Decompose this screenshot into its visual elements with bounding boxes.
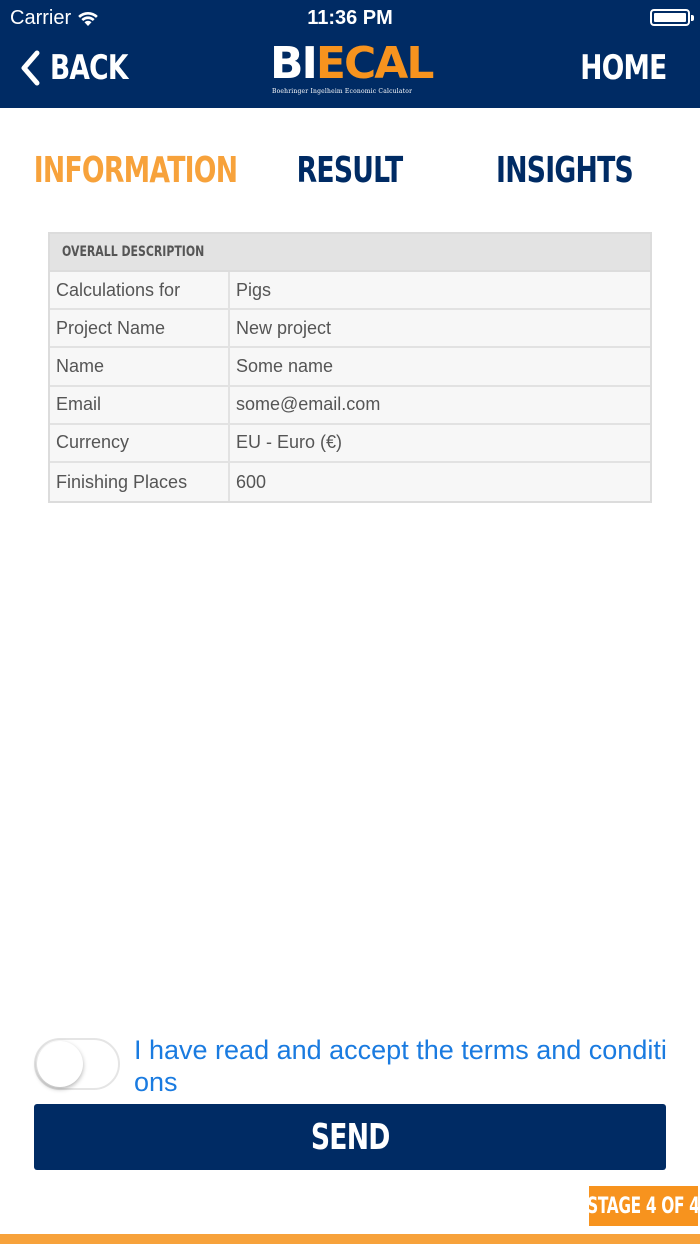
tab-insights[interactable]: INSIGHTS	[470, 140, 660, 200]
logo-tagline: Boehringer Ingelheim Economic Calculator	[272, 88, 412, 95]
table-heading: OVERALL DESCRIPTION	[50, 234, 650, 272]
tab-result[interactable]: RESULT	[268, 140, 432, 200]
send-button[interactable]: SEND	[34, 1104, 666, 1170]
row-key: Project Name	[50, 310, 230, 347]
terms-toggle[interactable]	[34, 1038, 120, 1090]
row-value: New project	[236, 317, 332, 338]
tab-bar: INFORMATION RESULT INSIGHTS	[0, 140, 700, 204]
table-row: Finishing Places 600	[50, 462, 650, 502]
home-label: HOME	[579, 48, 667, 88]
row-value: some@email.com	[236, 394, 381, 415]
terms-section: I have read and accept the terms and con…	[34, 1034, 674, 1098]
logo-part-white: BI	[270, 38, 318, 89]
back-label: BACK	[50, 48, 128, 88]
table-row: Name Some name	[50, 348, 650, 387]
row-value: Pigs	[236, 279, 272, 300]
row-key: Name	[50, 348, 230, 385]
overall-description-table: OVERALL DESCRIPTION Calculations for Pig…	[48, 232, 652, 504]
table-row: Calculations for Pigs	[50, 272, 650, 311]
app-header: Carrier 11:36 PM BACK BIECAL Boehringer …	[0, 0, 700, 108]
logo-part-orange: ECAL	[315, 38, 434, 89]
bottom-accent-bar	[0, 1234, 700, 1244]
stage-badge: STAGE 4 OF 4	[587, 1186, 700, 1226]
row-key: Currency	[50, 424, 230, 461]
status-time: 11:36 PM	[307, 7, 393, 29]
table-heading-label: OVERALL DESCRIPTION	[62, 244, 205, 260]
row-value: 600	[236, 471, 267, 492]
row-key: Calculations for	[50, 272, 230, 309]
send-label: SEND	[310, 1116, 391, 1158]
stage-label: STAGE 4 OF 4	[587, 1193, 700, 1219]
toggle-knob	[37, 1041, 83, 1087]
becal-logo: BIECAL Boehringer Ingelheim Economic Cal…	[270, 42, 434, 100]
status-bar: Carrier 11:36 PM	[0, 0, 700, 36]
table-row: Currency EU - Euro (€)	[50, 424, 650, 463]
tab-result-label: RESULT	[297, 149, 404, 191]
logo-wordmark: BIECAL	[270, 42, 434, 86]
terms-link[interactable]: I have read and accept the terms and con…	[134, 1034, 674, 1098]
home-button[interactable]: HOME	[556, 45, 667, 91]
row-value: EU - Euro (€)	[236, 432, 343, 453]
chevron-left-icon	[21, 50, 40, 86]
tab-information-label: INFORMATION	[33, 149, 237, 191]
tab-insights-label: INSIGHTS	[496, 149, 635, 191]
row-value: Some name	[236, 355, 334, 376]
table-row: Email some@email.com	[50, 386, 650, 425]
battery-icon	[650, 9, 694, 26]
row-key: Finishing Places	[50, 462, 230, 502]
back-button[interactable]: BACK	[18, 45, 150, 91]
tab-information[interactable]: INFORMATION	[28, 140, 242, 200]
table-row: Project Name New project	[50, 310, 650, 349]
row-key: Email	[50, 386, 230, 423]
